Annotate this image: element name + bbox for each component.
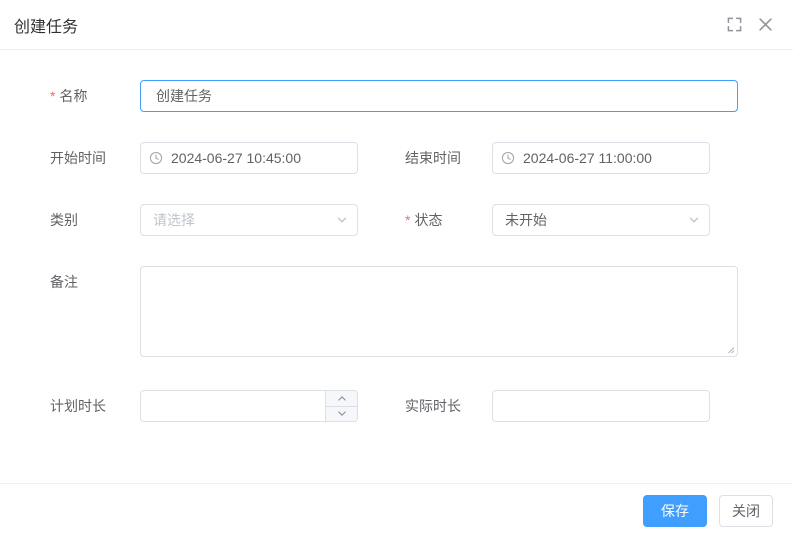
remark-label: 备注 [50,274,78,290]
resize-handle-icon[interactable] [725,344,735,354]
planned-duration-field [140,390,358,422]
create-task-dialog: 创建任务 *名称 开始时间 [0,0,793,538]
status-label-text: 状态 [414,212,443,228]
start-time-picker [140,142,358,174]
header-actions [725,15,775,34]
number-stepper [325,391,357,421]
chevron-down-icon [336,214,348,226]
end-time-input[interactable] [492,142,710,174]
save-button[interactable]: 保存 [643,495,707,527]
category-select-value: 请选择 [153,212,195,228]
actual-duration-input[interactable] [492,390,710,422]
category-label: 类别 [50,212,78,228]
dialog-header: 创建任务 [0,0,793,50]
dialog-body: *名称 开始时间 结束时间 [0,80,793,422]
dialog-footer: 保存 关闭 [0,483,793,538]
status-label: * 状态 [405,204,492,236]
time-row: 开始时间 结束时间 [50,142,793,174]
required-asterisk: * [405,212,411,228]
decrease-button[interactable] [326,407,357,422]
close-button[interactable]: 关闭 [719,495,773,527]
duration-row: 计划时长 实际时长 [50,390,793,422]
chevron-down-icon [688,214,700,226]
planned-duration-label: 计划时长 [50,398,106,414]
remark-textarea[interactable] [140,266,738,357]
task-name-input[interactable] [140,80,738,112]
start-time-label: 开始时间 [50,150,106,166]
remark-field [140,266,738,357]
arrow-up-icon [337,395,346,401]
status-select-value: 未开始 [505,212,547,228]
name-row: * 名称 [50,80,793,112]
fullscreen-icon[interactable] [725,15,744,34]
actual-duration-label: 实际时长 [405,398,461,414]
close-icon[interactable] [756,15,775,34]
end-time-picker [492,142,710,174]
increase-button[interactable] [326,391,357,407]
category-select[interactable]: 请选择 [140,204,358,236]
name-label-text: 名称 [59,88,88,104]
arrow-down-icon [337,411,346,417]
status-select[interactable]: 未开始 [492,204,710,236]
remark-row: 备注 [50,266,793,357]
start-time-input[interactable] [140,142,358,174]
end-time-label: 结束时间 [405,150,461,166]
required-asterisk: * [50,88,56,104]
select-row: 类别 请选择 * 状态 未开始 [50,204,793,236]
dialog-title: 创建任务 [14,18,79,36]
name-label: * 名称 [50,80,140,112]
